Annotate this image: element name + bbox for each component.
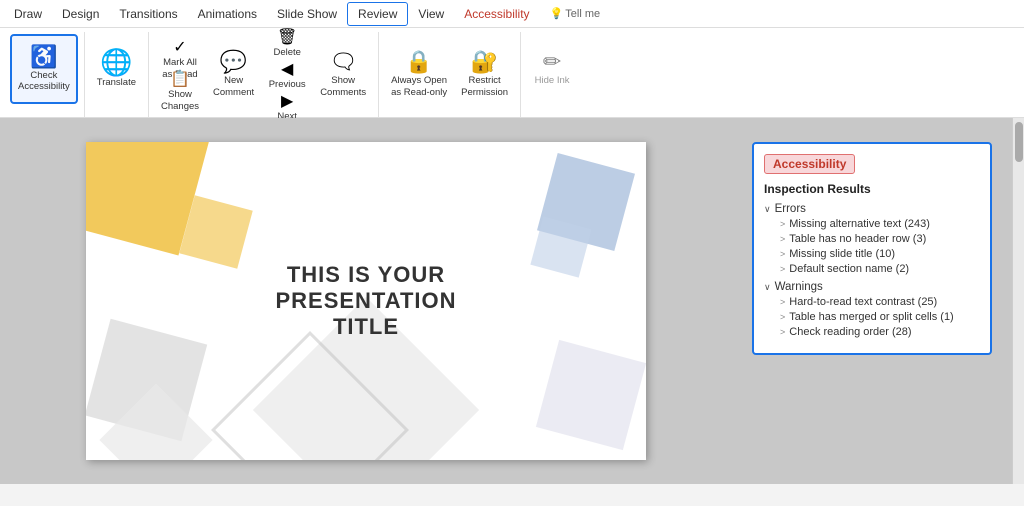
menu-transitions[interactable]: Transitions [109, 3, 187, 25]
previous-label: Previous [269, 79, 306, 90]
menu-design[interactable]: Design [52, 3, 109, 25]
scrollbar[interactable] [1012, 118, 1024, 484]
slide-title-line1: THIS IS YOUR PRESENTATION [226, 262, 506, 314]
menu-bar: Draw Design Transitions Animations Slide… [0, 0, 1024, 28]
check-accessibility-button[interactable]: ♿ CheckAccessibility [10, 34, 78, 104]
show-changes-icon: 📋 [170, 69, 190, 89]
menu-slideshow[interactable]: Slide Show [267, 3, 347, 25]
restrict-permission-label: RestrictPermission [461, 75, 508, 98]
show-comments-button[interactable]: 🗨 ShowComments [314, 40, 372, 110]
error-missing-alt-text[interactable]: Missing alternative text (243) [780, 216, 980, 231]
accessibility-panel: Accessibility Inspection Results Errors … [752, 142, 992, 355]
new-comment-button[interactable]: 💬 NewComment [207, 40, 260, 110]
menu-tellme[interactable]: 💡 Tell me [540, 3, 611, 24]
menu-accessibility[interactable]: Accessibility [454, 3, 539, 25]
delete-label: Delete [273, 47, 300, 58]
nav-col: 🗑 Delete ◀ Previous ▶ Next [262, 27, 312, 123]
errors-parent[interactable]: Errors [764, 202, 980, 216]
ribbon-group-check-accessibility: ♿ CheckAccessibility [4, 32, 85, 117]
scroll-thumb[interactable] [1015, 122, 1023, 162]
errors-chevron [764, 203, 771, 215]
new-comment-label: NewComment [213, 75, 254, 98]
delete-button[interactable]: 🗑 Delete [262, 27, 312, 59]
error-no-header-row[interactable]: Table has no header row (3) [780, 231, 980, 246]
warning-hard-to-read[interactable]: Hard-to-read text contrast (25) [780, 294, 980, 309]
slide[interactable]: THIS IS YOUR PRESENTATION TITLE [86, 142, 646, 460]
slide-title: THIS IS YOUR PRESENTATION TITLE [226, 262, 506, 340]
ribbon-group-protect: 🔒 Always Openas Read-only 🔐 RestrictPerm… [379, 32, 521, 117]
translate-button[interactable]: 🌐 Translate [91, 34, 142, 104]
lock-open-icon: 🔒 [405, 51, 432, 73]
ribbon: ♿ CheckAccessibility 🌐 Translate ✓ Mark … [0, 28, 1024, 118]
show-changes-button[interactable]: 📋 ShowChanges [155, 75, 205, 107]
lock-icon: 🔐 [471, 51, 498, 73]
translate-label: Translate [97, 77, 136, 88]
error-missing-slide-title[interactable]: Missing slide title (10) [780, 246, 980, 261]
next-icon: ▶ [281, 91, 293, 111]
menu-view[interactable]: View [408, 3, 454, 25]
slide-panel: THIS IS YOUR PRESENTATION TITLE [0, 118, 732, 484]
slide-title-line2: TITLE [226, 314, 506, 340]
previous-icon: ◀ [281, 59, 293, 79]
main-area: THIS IS YOUR PRESENTATION TITLE Accessib… [0, 118, 1024, 484]
check-accessibility-label: CheckAccessibility [18, 70, 70, 93]
show-changes-label: ShowChanges [161, 89, 199, 112]
mark-read-icon: ✓ [173, 37, 186, 57]
hide-ink-label: Hide Ink [535, 75, 570, 86]
accessibility-icon: ♿ [30, 46, 57, 68]
errors-children: Missing alternative text (243) Table has… [764, 216, 980, 276]
inspection-heading: Inspection Results [764, 182, 980, 196]
delete-icon: 🗑 [277, 27, 297, 47]
error-default-section-name[interactable]: Default section name (2) [780, 261, 980, 276]
warnings-parent[interactable]: Warnings [764, 280, 980, 294]
gray-shape-bottom-right [536, 340, 646, 450]
hide-ink-button[interactable]: ✏ Hide Ink [527, 34, 577, 104]
ribbon-group-comments: ✓ Mark Allas Read 📋 ShowChanges 💬 NewCom… [149, 32, 379, 117]
show-comments-icon: 🗨 [329, 51, 357, 73]
menu-animations[interactable]: Animations [188, 3, 267, 25]
warning-reading-order[interactable]: Check reading order (28) [780, 324, 980, 339]
lightbulb-icon: 💡 [550, 7, 564, 20]
accessibility-panel-container: Accessibility Inspection Results Errors … [732, 118, 1012, 484]
warnings-label: Warnings [775, 281, 823, 293]
ribbon-group-translate: 🌐 Translate [85, 32, 149, 117]
always-open-readonly-button[interactable]: 🔒 Always Openas Read-only [385, 40, 453, 110]
restrict-permission-button[interactable]: 🔐 RestrictPermission [455, 40, 514, 110]
ink-icon: ✏ [543, 51, 561, 73]
menu-review[interactable]: Review [347, 2, 408, 26]
show-comments-label: ShowComments [320, 75, 366, 98]
menu-draw[interactable]: Draw [4, 3, 52, 25]
warning-merged-cells[interactable]: Table has merged or split cells (1) [780, 309, 980, 324]
new-comment-icon: 💬 [220, 51, 247, 73]
ribbon-group-ink: ✏ Hide Ink [521, 32, 583, 117]
panel-title: Accessibility [764, 154, 855, 174]
errors-label: Errors [775, 203, 806, 215]
warnings-children: Hard-to-read text contrast (25) Table ha… [764, 294, 980, 339]
warnings-chevron [764, 281, 771, 293]
previous-button[interactable]: ◀ Previous [262, 59, 312, 91]
warnings-section: Warnings Hard-to-read text contrast (25)… [764, 280, 980, 339]
errors-section: Errors Missing alternative text (243) Ta… [764, 202, 980, 276]
always-open-label: Always Openas Read-only [391, 75, 447, 98]
translate-icon: 🌐 [100, 49, 132, 75]
mark-show-col: ✓ Mark Allas Read 📋 ShowChanges [155, 43, 205, 107]
